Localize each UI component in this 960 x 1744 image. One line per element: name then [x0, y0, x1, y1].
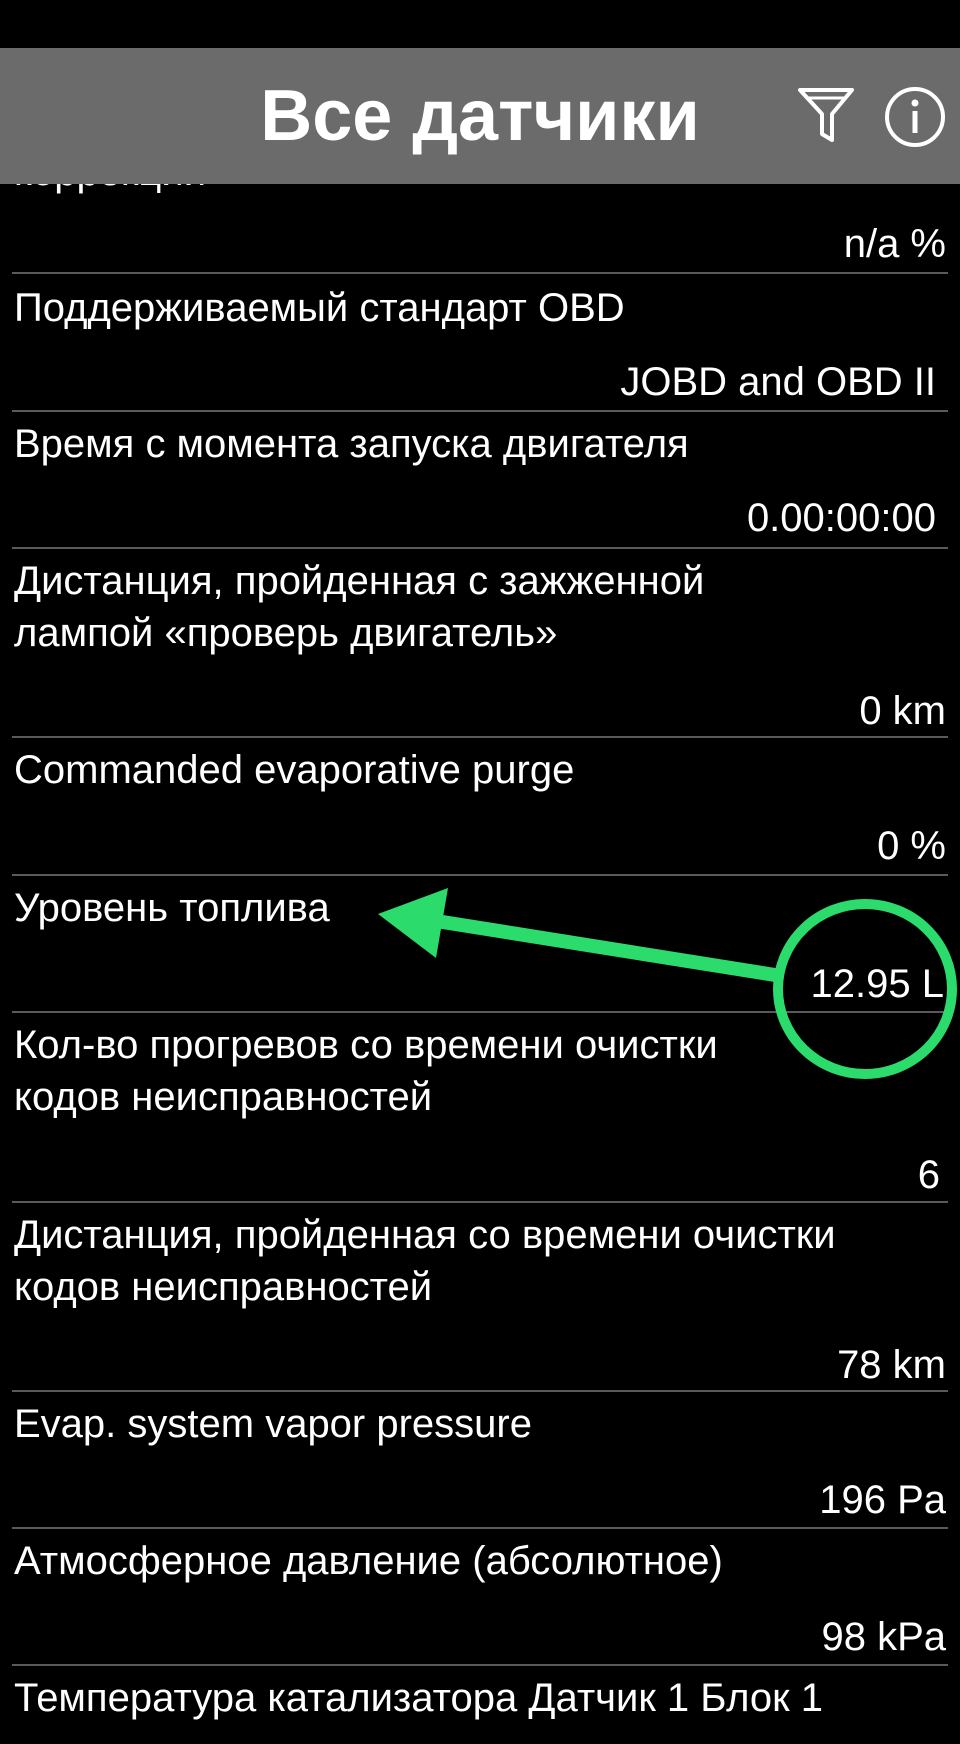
sensor-row[interactable]: Кол-во прогревов со времени очистки кодо…: [0, 1013, 960, 1201]
sensor-row-fuel-level[interactable]: Уровень топлива 12.95 L: [0, 876, 960, 1012]
sensor-label: Дистанция, пройденная со времени очистки…: [14, 1213, 836, 1309]
sensor-label: Commanded evaporative purge: [14, 748, 575, 792]
sensor-row[interactable]: Поддерживаемый стандарт OBD JOBD and OBD…: [0, 276, 960, 412]
sensor-value: 6: [917, 1153, 940, 1197]
info-icon[interactable]: [884, 86, 946, 148]
app-bar: Все датчики: [0, 48, 960, 184]
sensor-row[interactable]: Атмосферное давление (абсолютное) 98 kPa: [0, 1529, 960, 1665]
sensor-row[interactable]: Commanded evaporative purge 0 %: [0, 738, 960, 874]
sensor-label: Атмосферное давление (абсолютное): [14, 1539, 723, 1583]
sensor-value: 98 kPa: [821, 1615, 946, 1659]
sensor-value: 0 km: [859, 689, 946, 733]
sensor-label: Evap. system vapor pressure: [14, 1402, 532, 1446]
sensor-value: 12.95 L: [810, 962, 944, 1006]
sensor-label: Уровень топлива: [14, 886, 330, 930]
sensor-row[interactable]: Дистанция, пройденная с зажженной лампой…: [0, 549, 960, 736]
sensor-label: Температура катализатора Датчик 1 Блок 1: [14, 1676, 823, 1720]
sensor-row[interactable]: n/a %: [0, 184, 960, 276]
sensor-value: 78 km: [837, 1343, 946, 1387]
sensor-label: Дистанция, пройденная с зажженной лампой…: [14, 559, 705, 655]
sensor-label: Кол-во прогревов со времени очистки кодо…: [14, 1023, 718, 1119]
sensor-label: Время с момента запуска двигателя: [14, 422, 689, 466]
filter-icon[interactable]: [796, 84, 856, 148]
sensor-value: n/a %: [843, 222, 946, 266]
sensor-value: 196 Pa: [819, 1478, 946, 1522]
sensor-row[interactable]: Температура катализатора Датчик 1 Блок 1: [0, 1666, 960, 1744]
divider: [12, 272, 948, 274]
sensor-row[interactable]: Дистанция, пройденная со времени очистки…: [0, 1203, 960, 1391]
sensor-list[interactable]: коррекции n/a % Поддерживаемый стандарт …: [0, 0, 960, 1744]
sensor-row[interactable]: Время с момента запуска двигателя 0.00:0…: [0, 412, 960, 548]
sensor-label: Поддерживаемый стандарт OBD: [14, 286, 625, 330]
sensor-value: 0 %: [877, 824, 946, 868]
sensor-value: 0.00:00:00: [746, 496, 936, 540]
sensor-value: JOBD and OBD II: [620, 360, 936, 404]
sensor-row[interactable]: Evap. system vapor pressure 196 Pa: [0, 1392, 960, 1528]
